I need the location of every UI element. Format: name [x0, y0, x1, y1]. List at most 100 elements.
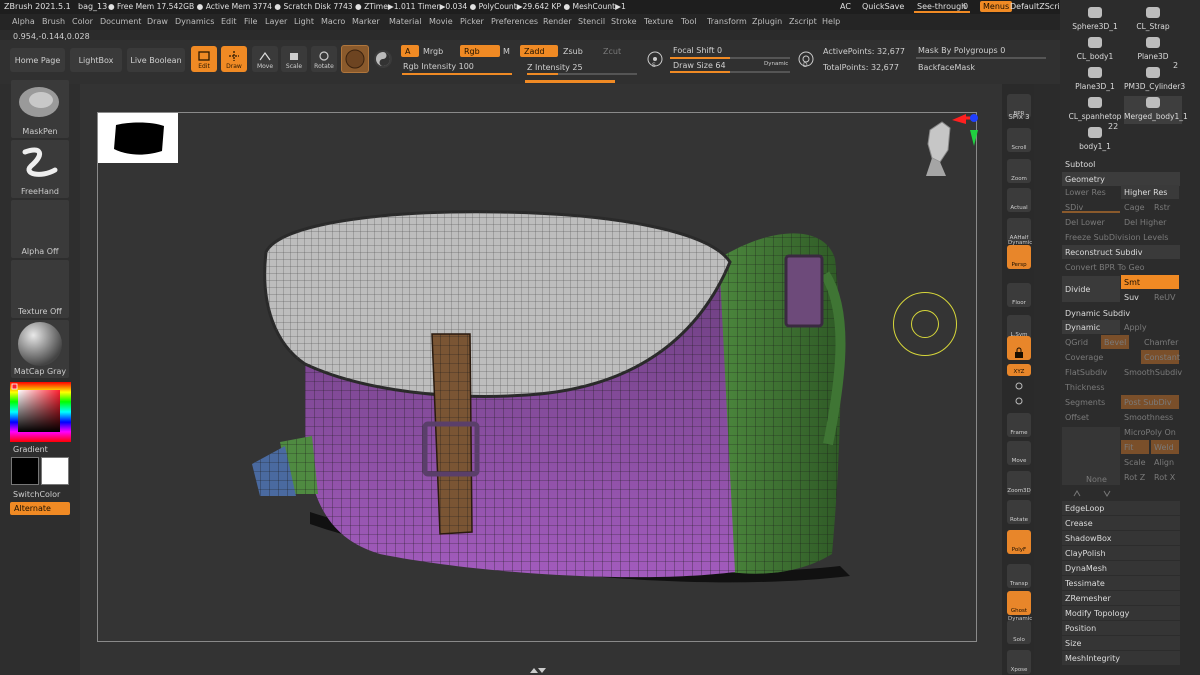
micropoly-scale-slider[interactable]: Scale: [1121, 455, 1149, 469]
menu-marker[interactable]: Marker: [352, 17, 380, 26]
micropoly-arrows-icon[interactable]: [1068, 488, 1118, 498]
rgb-button[interactable]: Rgb: [460, 45, 500, 57]
menu-document[interactable]: Document: [100, 17, 141, 26]
section-tessimate[interactable]: Tessimate: [1062, 576, 1180, 590]
menu-transform[interactable]: Transform: [707, 17, 747, 26]
gradient-label[interactable]: Gradient: [13, 445, 48, 454]
chamfer-toggle[interactable]: Chamfer: [1141, 335, 1179, 349]
lower-res-button[interactable]: Lower Res: [1062, 185, 1120, 199]
menu-dynamics[interactable]: Dynamics: [175, 17, 214, 26]
live-boolean-button[interactable]: Live Boolean: [127, 48, 185, 72]
menu-tool[interactable]: Tool: [681, 17, 697, 26]
menu-texture[interactable]: Texture: [644, 17, 673, 26]
mrgb-button[interactable]: Mrgb: [423, 47, 443, 56]
focal-shift-slider[interactable]: [670, 57, 790, 59]
tool-thumbnail[interactable]: Plane3D: [1124, 36, 1182, 64]
switch-color-button[interactable]: SwitchColor: [13, 490, 60, 499]
persp-button[interactable]: Persp: [1007, 245, 1031, 269]
menu-alpha[interactable]: Alpha: [12, 17, 35, 26]
bevel-toggle[interactable]: Bevel: [1101, 335, 1129, 349]
menu-edit[interactable]: Edit: [221, 17, 237, 26]
menu-macro[interactable]: Macro: [321, 17, 345, 26]
rotx-button[interactable]: Rot X: [1151, 470, 1179, 484]
geometry-section[interactable]: Geometry: [1062, 172, 1180, 186]
tool-thumbnail[interactable]: Sphere3D_1: [1066, 6, 1124, 34]
alternate-button[interactable]: Alternate: [10, 502, 70, 515]
menu-zscript[interactable]: Zscript: [789, 17, 817, 26]
micropoly-none[interactable]: None: [1083, 472, 1113, 486]
apply-button[interactable]: Apply: [1121, 320, 1179, 334]
subtool-section[interactable]: Subtool: [1062, 157, 1180, 171]
menu-stroke[interactable]: Stroke: [611, 17, 637, 26]
brush-thumbnail[interactable]: MaskPen: [11, 80, 69, 138]
mask-polygroups-slider[interactable]: [916, 57, 1046, 59]
floor-button[interactable]: Floor: [1007, 283, 1031, 307]
align-button[interactable]: Align: [1151, 455, 1179, 469]
section-shadowbox[interactable]: ShadowBox: [1062, 531, 1180, 545]
menu-help[interactable]: Help: [822, 17, 840, 26]
micropoly-toggle[interactable]: MicroPoly On: [1121, 425, 1179, 439]
menu-file[interactable]: File: [244, 17, 257, 26]
cage-button[interactable]: Cage: [1121, 200, 1149, 214]
material-thumbnail[interactable]: MatCap Gray: [11, 320, 69, 378]
flatsubdiv-slider[interactable]: FlatSubdiv: [1062, 365, 1120, 379]
menu-movie[interactable]: Movie: [429, 17, 453, 26]
divide-button[interactable]: Divide: [1062, 276, 1120, 302]
section-claypolish[interactable]: ClayPolish: [1062, 546, 1180, 560]
section-size[interactable]: Size: [1062, 636, 1180, 650]
menu-light[interactable]: Light: [294, 17, 314, 26]
menus-button[interactable]: Menus: [980, 1, 1013, 12]
section-dynamesh[interactable]: DynaMesh: [1062, 561, 1180, 575]
draw-size-label[interactable]: Draw Size 64: [673, 61, 726, 70]
view-control-11-button[interactable]: [1007, 380, 1031, 392]
color-picker[interactable]: [10, 382, 71, 442]
rotz-button[interactable]: Rot Z: [1121, 470, 1149, 484]
rotate-button[interactable]: Rotate: [311, 46, 337, 72]
reuv-button[interactable]: ReUV: [1151, 290, 1179, 304]
move-button[interactable]: Move: [252, 46, 278, 72]
coverage-slider[interactable]: Coverage: [1062, 350, 1120, 364]
spix-3-button[interactable]: SPix 3: [1007, 110, 1031, 122]
bag-mesh[interactable]: [80, 84, 1002, 675]
menu-color[interactable]: Color: [72, 17, 93, 26]
rgb-intensity-label[interactable]: Rgb Intensity 100: [403, 62, 474, 71]
del-higher-button[interactable]: Del Higher: [1121, 215, 1179, 229]
constant-toggle[interactable]: Constant: [1141, 350, 1180, 364]
qgrid-slider[interactable]: QGrid: [1062, 335, 1100, 349]
zcut-button[interactable]: Zcut: [603, 47, 621, 56]
freeze-subdivision-button[interactable]: Freeze SubDivision Levels: [1062, 230, 1180, 244]
menu-zplugin[interactable]: Zplugin: [752, 17, 782, 26]
stroke-thumbnail[interactable]: FreeHand: [11, 140, 69, 198]
section-crease[interactable]: Crease: [1062, 516, 1180, 530]
frame-button[interactable]: Frame: [1007, 413, 1031, 437]
tool-thumbnail[interactable]: CL_body1: [1066, 36, 1124, 64]
scroll-button[interactable]: Scroll: [1007, 128, 1031, 152]
menu-layer[interactable]: Layer: [265, 17, 287, 26]
zadd-button[interactable]: Zadd: [520, 45, 558, 57]
draw-size-slider[interactable]: [670, 71, 790, 73]
lightbox-button[interactable]: LightBox: [70, 48, 122, 72]
see-through-slider[interactable]: [914, 11, 970, 13]
see-through-label[interactable]: See-through: [917, 2, 966, 11]
section-meshintegrity[interactable]: MeshIntegrity: [1062, 651, 1180, 665]
zoom3d-button[interactable]: Zoom3D: [1007, 471, 1031, 495]
aahalf-button[interactable]: AAHalf: [1007, 218, 1031, 242]
section-edgeloop[interactable]: EdgeLoop: [1062, 501, 1180, 515]
secondary-color-swatch[interactable]: [11, 457, 39, 485]
actual-button[interactable]: Actual: [1007, 188, 1031, 212]
reconstruct-subdiv-button[interactable]: Reconstruct Subdiv: [1062, 245, 1180, 259]
smoothsubdiv-slider[interactable]: SmoothSubdiv: [1121, 365, 1182, 379]
texture-button[interactable]: [374, 50, 392, 68]
home-page-button[interactable]: Home Page: [10, 48, 65, 72]
menu-preferences[interactable]: Preferences: [491, 17, 538, 26]
navigation-head-icon[interactable]: [912, 110, 982, 190]
menu-stencil[interactable]: Stencil: [578, 17, 605, 26]
alpha-thumbnail[interactable]: Alpha Off: [11, 200, 69, 258]
tool-thumbnail[interactable]: Plane3D_1: [1066, 66, 1124, 94]
scroll-arrows-icon[interactable]: [528, 666, 548, 675]
weld-toggle[interactable]: Weld: [1151, 440, 1179, 454]
tool-thumbnail[interactable]: PM3D_Cylinder3: [1124, 66, 1185, 94]
menu-brush[interactable]: Brush: [42, 17, 65, 26]
view-control-9-button[interactable]: [1007, 336, 1031, 360]
tool-thumbnail[interactable]: CL_spanhetop: [1066, 96, 1124, 124]
